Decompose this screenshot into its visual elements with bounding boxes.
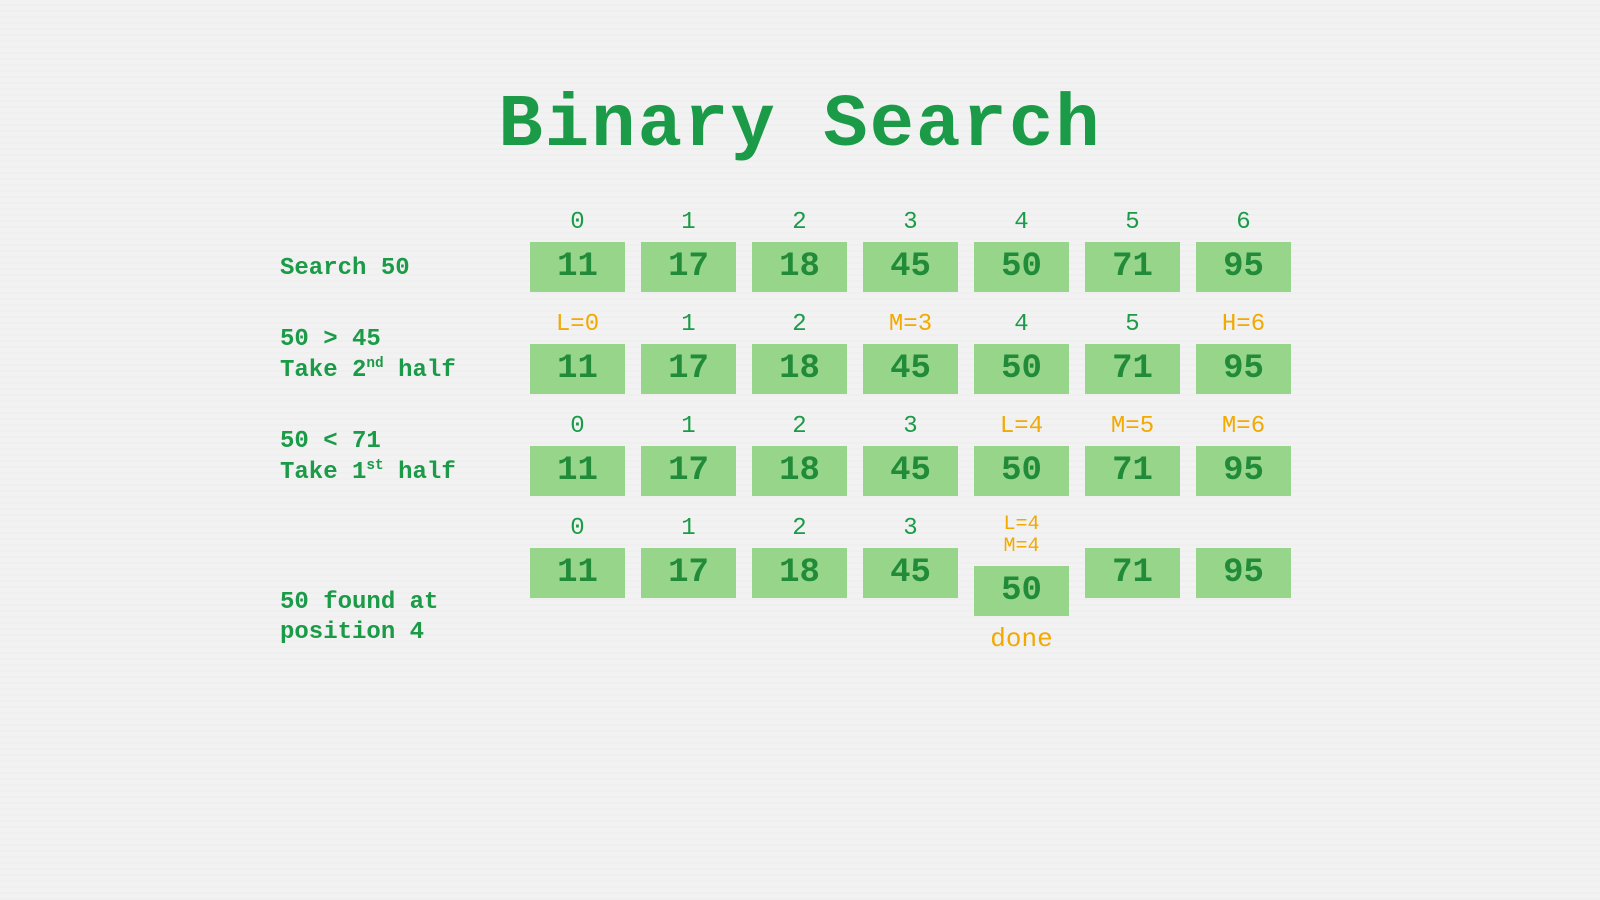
cell: 345	[863, 208, 958, 292]
index-label: 2	[792, 412, 806, 442]
step-description: 50 > 45Take 2nd half	[280, 325, 530, 394]
index-label: 2	[792, 208, 806, 238]
array-value: 45	[863, 242, 958, 292]
cell: 117	[641, 310, 736, 394]
array-value: 18	[752, 548, 847, 598]
index-label: M=3	[889, 310, 932, 340]
cell: L=450	[974, 412, 1069, 496]
step-description: Search 50	[280, 254, 530, 292]
cell: L=011	[530, 310, 625, 394]
cell: 011	[530, 412, 625, 496]
array-value: 50	[974, 344, 1069, 394]
array-value: 17	[641, 548, 736, 598]
step-description: 50 < 71Take 1st half	[280, 427, 530, 496]
index-label: 3	[903, 514, 917, 544]
index-label: 2	[792, 514, 806, 544]
cell: M=571	[1085, 412, 1180, 496]
cells-container: 011117218345450571695	[530, 208, 1291, 292]
step-row: 50 > 45Take 2nd halfL=011117218M=3454505…	[280, 310, 1320, 394]
index-label: M=5	[1111, 412, 1154, 442]
step-row: 50 found atposition 4011.117.218.345.L=4…	[280, 514, 1320, 656]
array-value: 45	[863, 548, 958, 598]
array-value: 95	[1196, 446, 1291, 496]
index-label: 0	[570, 514, 584, 544]
index-label: 1	[681, 310, 695, 340]
index-label: 2	[792, 310, 806, 340]
array-value: 11	[530, 344, 625, 394]
index-label: 6	[1236, 208, 1250, 238]
cell: M=695	[1196, 412, 1291, 496]
array-value: 18	[752, 344, 847, 394]
index-label: 1	[681, 412, 695, 442]
index-label: 4	[1014, 310, 1028, 340]
array-value: 45	[863, 446, 958, 496]
cell: 695	[1196, 208, 1291, 292]
cell: L=4M=4 50 done	[974, 514, 1069, 656]
array-value: 17	[641, 344, 736, 394]
cell: 218	[752, 208, 847, 292]
index-label: 5	[1125, 310, 1139, 340]
index-label: 3	[903, 412, 917, 442]
array-value: 11	[530, 446, 625, 496]
index-label: 0	[570, 412, 584, 442]
array-value: 18	[752, 446, 847, 496]
index-label: 4	[1014, 208, 1028, 238]
index-label: M=6	[1222, 412, 1265, 442]
array-value: 71	[1085, 548, 1180, 598]
array-value: 95	[1196, 242, 1291, 292]
cell: 218.	[752, 514, 847, 656]
array-value: 71	[1085, 446, 1180, 496]
cells-container: L=011117218M=345450571H=695	[530, 310, 1291, 394]
footer-label: done	[990, 622, 1052, 656]
index-label: L=4M=4	[1003, 514, 1039, 562]
page-title: Binary Search	[0, 0, 1600, 168]
array-value: 95	[1196, 344, 1291, 394]
index-label: L=4	[1000, 412, 1043, 442]
cell: 571	[1085, 208, 1180, 292]
cell: 218	[752, 412, 847, 496]
array-value: 11	[530, 548, 625, 598]
index-label: 0	[570, 208, 584, 238]
index-label: L=0	[556, 310, 599, 340]
array-value: 71	[1085, 242, 1180, 292]
array-value: 18	[752, 242, 847, 292]
array-value: 11	[530, 242, 625, 292]
cell: M=345	[863, 310, 958, 394]
cell: 218	[752, 310, 847, 394]
cell: 450	[974, 310, 1069, 394]
diagram-container: Search 5001111721834545057169550 > 45Tak…	[280, 208, 1320, 656]
cell: 117	[641, 208, 736, 292]
index-label: H=6	[1222, 310, 1265, 340]
cell: 450	[974, 208, 1069, 292]
array-value: 17	[641, 446, 736, 496]
array-value: 50	[974, 566, 1069, 616]
cell: 011.	[530, 514, 625, 656]
index-label: 3	[903, 208, 917, 238]
index-label	[1125, 514, 1139, 544]
cell: 95.	[1196, 514, 1291, 656]
cell: 117.	[641, 514, 736, 656]
cell: 345.	[863, 514, 958, 656]
array-value: 45	[863, 344, 958, 394]
cell: H=695	[1196, 310, 1291, 394]
array-value: 95	[1196, 548, 1291, 598]
step-row: Search 50011117218345450571695	[280, 208, 1320, 292]
index-label: 5	[1125, 208, 1139, 238]
array-value: 50	[974, 446, 1069, 496]
step-description: 50 found atposition 4	[280, 588, 530, 656]
index-label: 1	[681, 208, 695, 238]
cell: 345	[863, 412, 958, 496]
cell: 71.	[1085, 514, 1180, 656]
array-value: 71	[1085, 344, 1180, 394]
step-row: 50 < 71Take 1st half011117218345L=450M=5…	[280, 412, 1320, 496]
cells-container: 011117218345L=450M=571M=695	[530, 412, 1291, 496]
cells-container: 011.117.218.345. L=4M=4 50 done 71. 95.	[530, 514, 1291, 656]
cell: 117	[641, 412, 736, 496]
array-value: 17	[641, 242, 736, 292]
index-label	[1236, 514, 1250, 544]
index-label: 1	[681, 514, 695, 544]
cell: 011	[530, 208, 625, 292]
cell: 571	[1085, 310, 1180, 394]
array-value: 50	[974, 242, 1069, 292]
